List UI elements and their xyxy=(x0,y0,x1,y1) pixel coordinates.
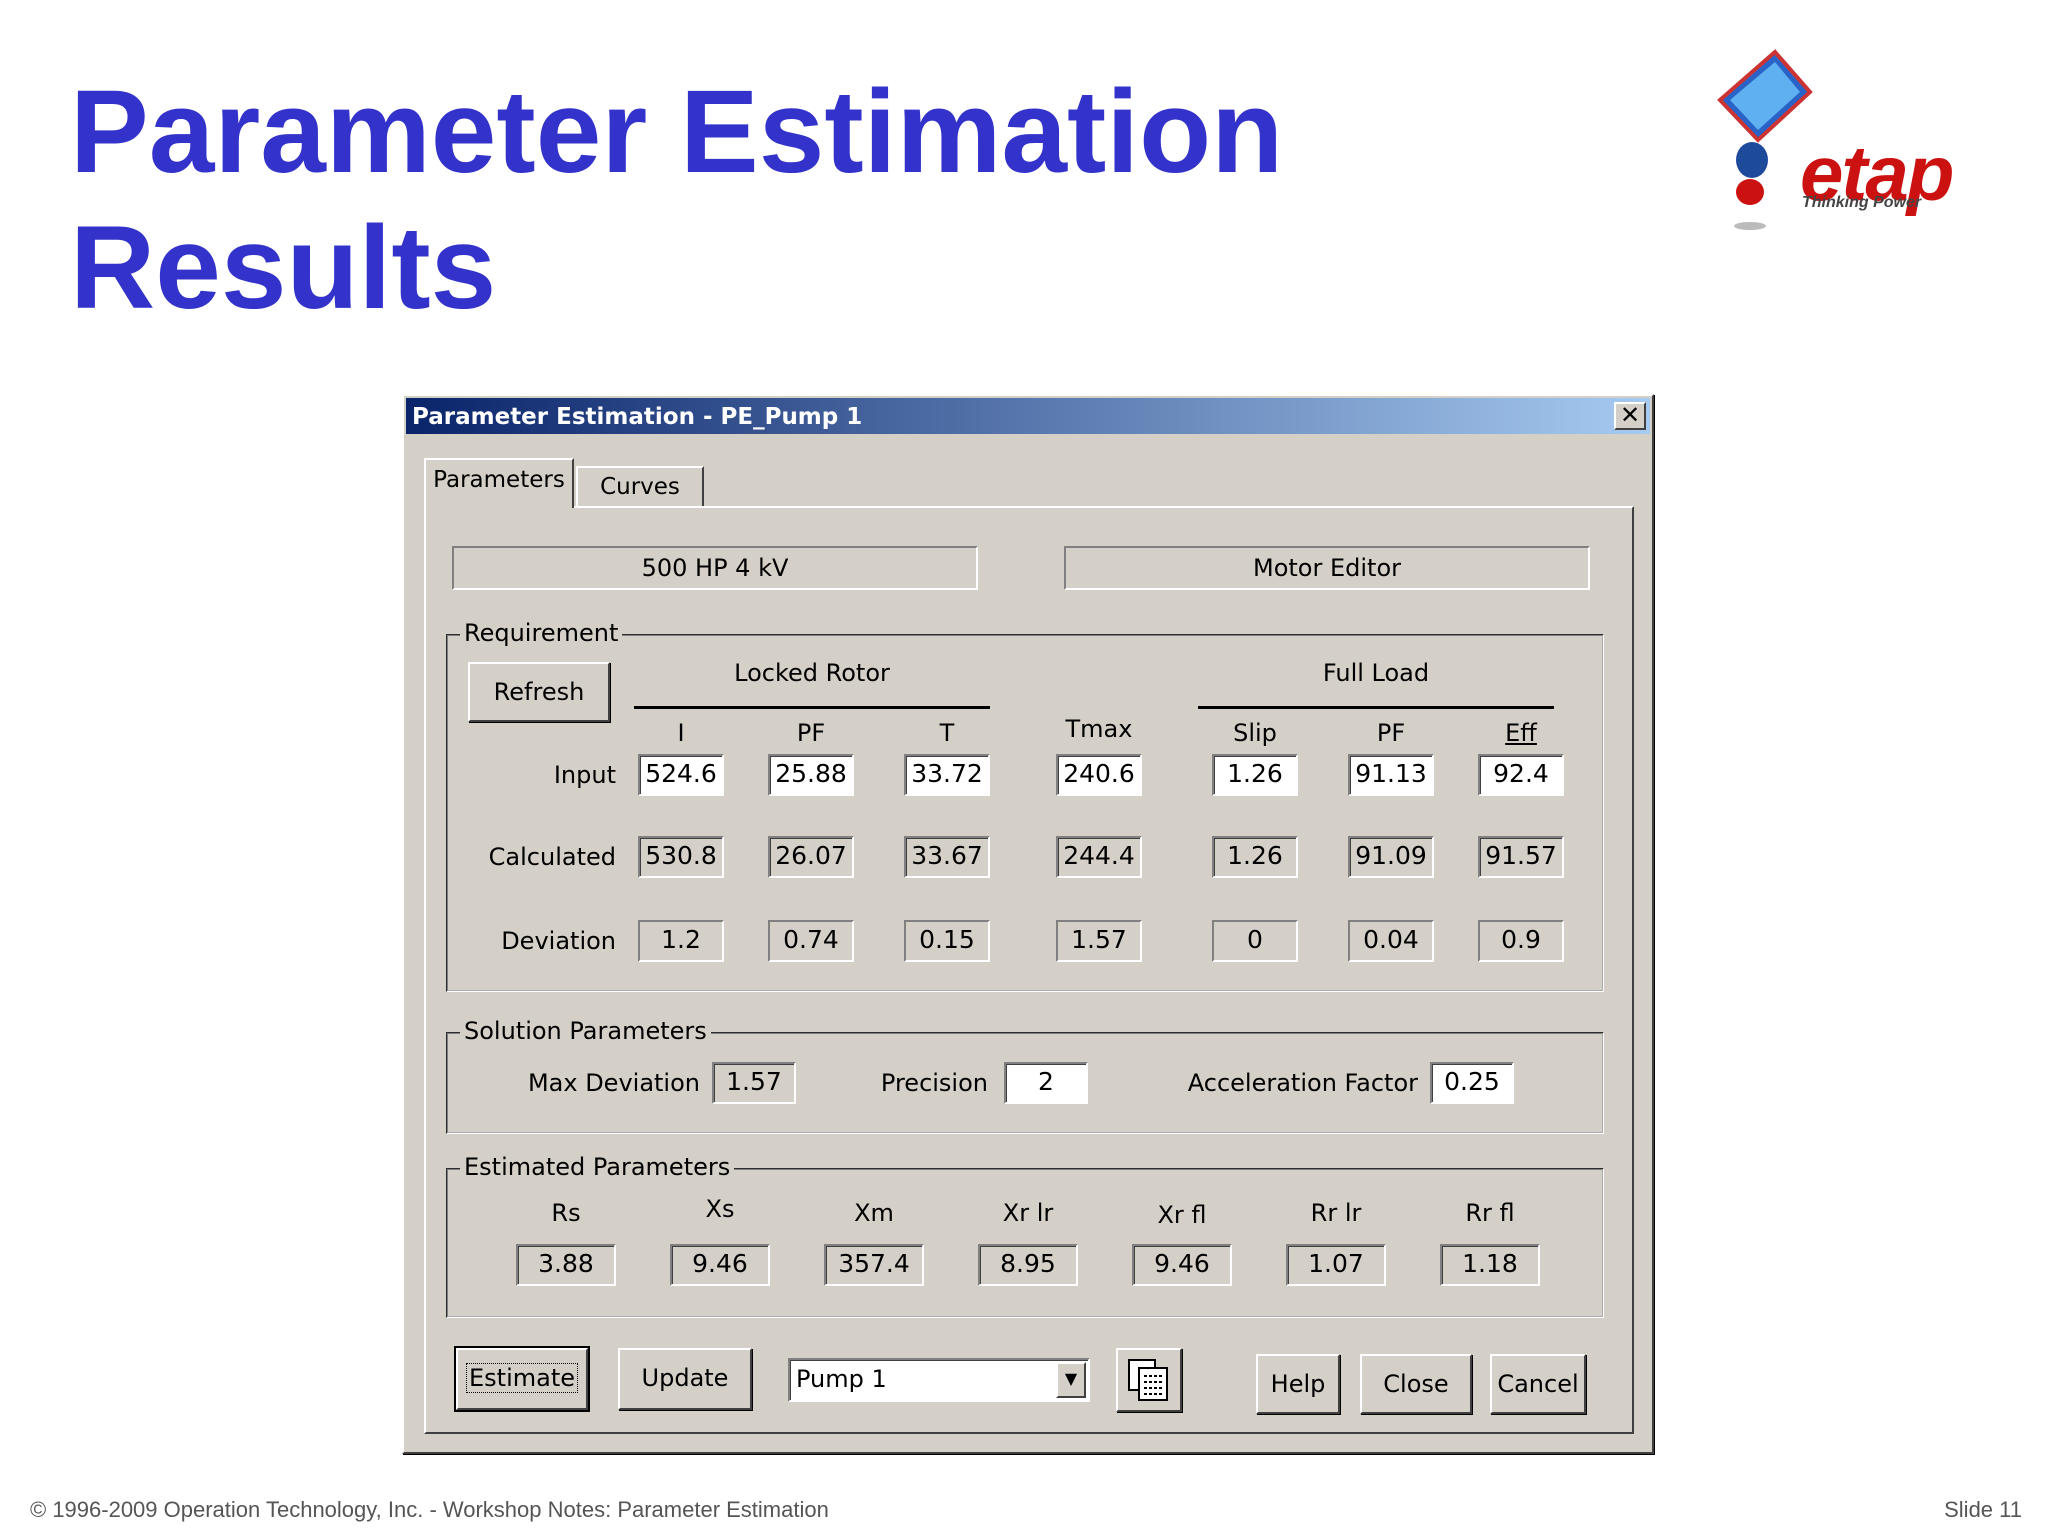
rating-display: 500 HP 4 kV xyxy=(452,546,978,590)
est-header-xr-fl: Xr fl xyxy=(1157,1201,1207,1229)
tab-joint xyxy=(426,502,572,510)
calculated-lr-i: 530.8 xyxy=(638,836,724,878)
library-select-value: Pump 1 xyxy=(796,1365,887,1393)
deviation-lr-i: 1.2 xyxy=(638,920,724,962)
est-value-xm: 357.4 xyxy=(824,1244,924,1286)
dialog-titlebar[interactable]: Parameter Estimation - PE_Pump 1 ✕ xyxy=(406,398,1650,434)
est-header-rr-lr: Rr lr xyxy=(1310,1199,1362,1227)
requirement-group: Requirement Refresh Locked Rotor Full Lo… xyxy=(446,618,1604,992)
precision-input[interactable]: 2 xyxy=(1004,1062,1088,1104)
logo-tagline: Thinking Power xyxy=(1802,194,1922,211)
help-button[interactable]: Help xyxy=(1256,1354,1340,1414)
input-fl-slip[interactable]: 1.26 xyxy=(1212,754,1298,796)
input-fl-pf[interactable]: 91.13 xyxy=(1348,754,1434,796)
deviation-fl-slip: 0 xyxy=(1212,920,1298,962)
update-button-label: Update xyxy=(641,1364,729,1392)
footer-slide-number: Slide 11 xyxy=(1944,1497,2022,1522)
full-load-header: Full Load xyxy=(1322,659,1430,687)
est-value-xr-lr: 8.95 xyxy=(978,1244,1078,1286)
tab-curves-label: Curves xyxy=(600,474,680,500)
col-header-lr-pf: PF xyxy=(796,719,826,747)
est-value-rr-lr: 1.07 xyxy=(1286,1244,1386,1286)
col-header-lr-i: I xyxy=(677,719,685,747)
slide-title-line-2: Results xyxy=(70,202,497,334)
solution-parameters-group: Solution Parameters Max Deviation 1.57 P… xyxy=(446,1016,1604,1134)
deviation-lr-t: 0.15 xyxy=(904,920,990,962)
est-value-xr-fl: 9.46 xyxy=(1132,1244,1232,1286)
est-header-xr-lr: Xr lr xyxy=(1002,1199,1054,1227)
estimate-button-label: Estimate xyxy=(465,1363,579,1393)
deviation-lr-pf: 0.74 xyxy=(768,920,854,962)
locked-rotor-divider xyxy=(634,706,990,709)
slide-title: Parameter Estimation Results xyxy=(70,64,1283,336)
source-display: Motor Editor xyxy=(1064,546,1590,590)
acceleration-factor-input[interactable]: 0.25 xyxy=(1430,1062,1514,1104)
col-header-lr-t: T xyxy=(939,719,955,747)
est-header-xm: Xm xyxy=(854,1199,894,1227)
copy-icon xyxy=(1128,1359,1168,1401)
calculated-lr-t: 33.67 xyxy=(904,836,990,878)
input-lr-t[interactable]: 33.72 xyxy=(904,754,990,796)
requirement-group-label: Requirement xyxy=(460,618,623,648)
est-header-xs: Xs xyxy=(705,1195,735,1223)
calculated-fl-pf: 91.09 xyxy=(1348,836,1434,878)
acceleration-factor-label: Acceleration Factor xyxy=(1187,1069,1418,1097)
cancel-button[interactable]: Cancel xyxy=(1490,1354,1586,1414)
close-button[interactable]: Close xyxy=(1360,1354,1472,1414)
col-header-fl-pf: PF xyxy=(1376,719,1406,747)
calculated-tmax: 244.4 xyxy=(1056,836,1142,878)
locked-rotor-header: Locked Rotor xyxy=(734,659,890,687)
calculated-fl-eff: 91.57 xyxy=(1478,836,1564,878)
refresh-button[interactable]: Refresh xyxy=(468,662,610,722)
calculated-lr-pf: 26.07 xyxy=(768,836,854,878)
parameters-panel: 500 HP 4 kV Motor Editor Requirement Ref… xyxy=(424,506,1634,1434)
tab-curves[interactable]: Curves xyxy=(576,466,704,506)
tab-parameters[interactable]: Parameters xyxy=(424,458,574,508)
input-fl-eff[interactable]: 92.4 xyxy=(1478,754,1564,796)
est-value-xs: 9.46 xyxy=(670,1244,770,1286)
parameter-estimation-dialog: Parameter Estimation - PE_Pump 1 ✕ Param… xyxy=(402,394,1654,1454)
row-label-deviation: Deviation xyxy=(501,927,616,955)
estimate-button[interactable]: Estimate xyxy=(454,1346,590,1412)
row-label-input: Input xyxy=(553,761,616,789)
input-tmax[interactable]: 240.6 xyxy=(1056,754,1142,796)
refresh-button-label: Refresh xyxy=(493,678,585,706)
est-value-rs: 3.88 xyxy=(516,1244,616,1286)
dialog-title: Parameter Estimation - PE_Pump 1 xyxy=(412,404,863,430)
col-header-fl-slip: Slip xyxy=(1233,719,1277,747)
est-header-rr-fl: Rr fl xyxy=(1465,1199,1515,1227)
precision-label: Precision xyxy=(880,1069,988,1097)
row-label-calculated: Calculated xyxy=(488,843,616,871)
max-deviation-label: Max Deviation xyxy=(527,1069,700,1097)
library-select[interactable]: Pump 1 ▼ xyxy=(788,1358,1090,1402)
slide-title-line-1: Parameter Estimation xyxy=(70,66,1284,198)
solution-group-label: Solution Parameters xyxy=(460,1016,711,1046)
update-button[interactable]: Update xyxy=(618,1348,752,1410)
cancel-button-label: Cancel xyxy=(1497,1370,1579,1398)
chevron-down-icon[interactable]: ▼ xyxy=(1056,1362,1086,1398)
close-button-label: Close xyxy=(1383,1370,1449,1398)
estimated-parameters-group: Estimated Parameters Rs Xs Xm Xr lr Xr f… xyxy=(446,1152,1604,1318)
help-button-label: Help xyxy=(1270,1370,1326,1398)
deviation-fl-eff: 0.9 xyxy=(1478,920,1564,962)
footer-copyright: © 1996-2009 Operation Technology, Inc. -… xyxy=(30,1497,829,1522)
full-load-divider xyxy=(1198,706,1554,709)
close-icon[interactable]: ✕ xyxy=(1614,402,1646,430)
est-value-rr-fl: 1.18 xyxy=(1440,1244,1540,1286)
input-lr-i[interactable]: 524.6 xyxy=(638,754,724,796)
col-header-tmax: Tmax xyxy=(1065,715,1133,743)
est-header-rs: Rs xyxy=(551,1199,581,1227)
copy-button[interactable] xyxy=(1116,1348,1182,1412)
input-lr-pf[interactable]: 25.88 xyxy=(768,754,854,796)
etap-logo: etap Thinking Power xyxy=(1700,40,2000,240)
deviation-fl-pf: 0.04 xyxy=(1348,920,1434,962)
deviation-tmax: 1.57 xyxy=(1056,920,1142,962)
tab-parameters-label: Parameters xyxy=(433,467,565,493)
calculated-fl-slip: 1.26 xyxy=(1212,836,1298,878)
estimated-group-label: Estimated Parameters xyxy=(460,1152,735,1182)
col-header-fl-eff: Eff xyxy=(1505,719,1537,747)
max-deviation-field: 1.57 xyxy=(712,1062,796,1104)
